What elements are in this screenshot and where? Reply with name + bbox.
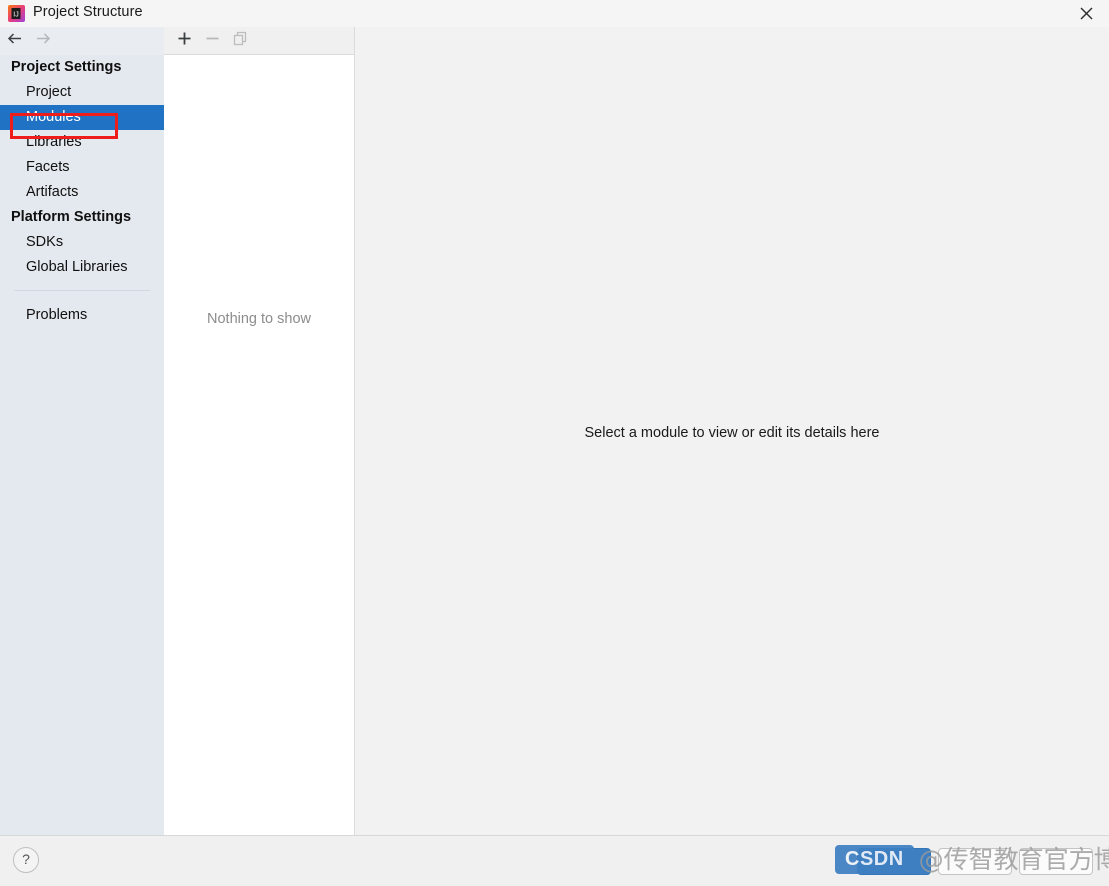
arrow-right-icon — [34, 32, 51, 50]
sidebar-item-list: Project Settings Project Modules Librari… — [0, 55, 164, 328]
sidebar-group-platform-settings: Platform Settings — [11, 209, 132, 225]
forward-button[interactable] — [32, 32, 52, 50]
intellij-idea-icon: IJ — [8, 5, 25, 22]
sidebar-nav-bar — [0, 27, 164, 55]
minus-icon — [205, 31, 220, 51]
copy-module-button[interactable] — [229, 30, 251, 52]
sidebar-item-libraries[interactable]: Libraries — [0, 130, 164, 155]
sidebar-group-project-settings: Project Settings — [11, 59, 122, 75]
modules-toolbar — [164, 27, 354, 55]
dialog-footer: ? — [0, 835, 1109, 886]
sidebar-item-artifacts[interactable]: Artifacts — [0, 180, 164, 205]
sidebar-divider — [14, 290, 150, 291]
title-bar: IJ Project Structure — [0, 0, 1109, 27]
window-title: Project Structure — [33, 4, 143, 20]
back-button[interactable] — [5, 32, 25, 50]
close-button[interactable] — [1063, 0, 1109, 27]
sidebar-item-problems[interactable]: Problems — [0, 303, 164, 328]
sidebar-item-project[interactable]: Project — [0, 80, 164, 105]
sidebar-item-modules[interactable]: Modules — [0, 105, 164, 130]
project-structure-dialog: IJ Project Structure Project Settings Pr… — [0, 0, 1109, 886]
add-module-button[interactable] — [173, 30, 195, 52]
modules-list-panel: Nothing to show — [164, 27, 355, 835]
copy-icon — [233, 31, 248, 51]
settings-sidebar: Project Settings Project Modules Librari… — [0, 27, 164, 835]
footer-button-group — [857, 848, 1093, 875]
help-button[interactable]: ? — [13, 847, 39, 873]
close-icon — [1080, 7, 1093, 20]
remove-module-button[interactable] — [201, 30, 223, 52]
modules-empty-message: Nothing to show — [207, 311, 311, 327]
ok-button[interactable] — [857, 848, 931, 875]
svg-text:IJ: IJ — [13, 12, 18, 19]
detail-placeholder-message: Select a module to view or edit its deta… — [584, 425, 880, 441]
sidebar-item-facets[interactable]: Facets — [0, 155, 164, 180]
sidebar-item-global-libraries[interactable]: Global Libraries — [0, 255, 164, 280]
cancel-button[interactable] — [938, 848, 1012, 875]
sidebar-item-sdks[interactable]: SDKs — [0, 230, 164, 255]
module-detail-panel: Select a module to view or edit its deta… — [355, 27, 1109, 835]
apply-button[interactable] — [1019, 848, 1093, 875]
plus-icon — [177, 31, 192, 51]
arrow-left-icon — [7, 32, 24, 50]
